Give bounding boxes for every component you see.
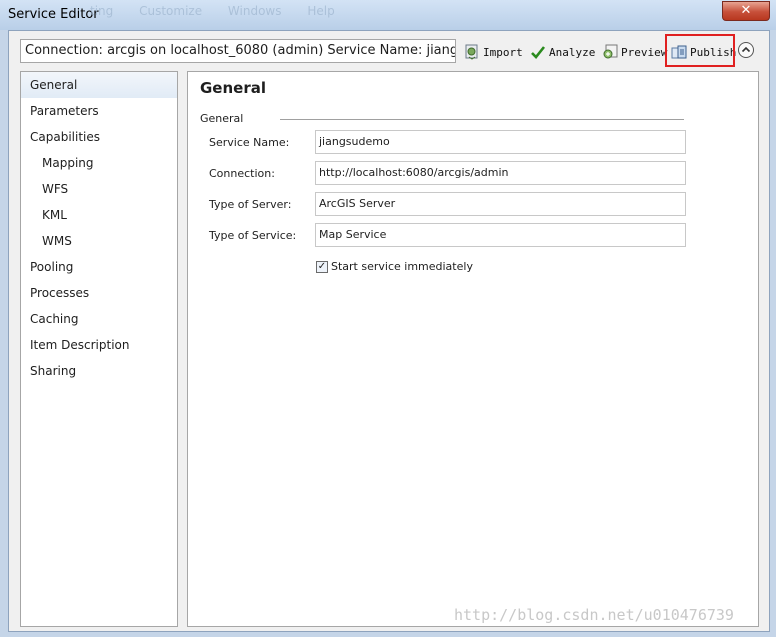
connection-field[interactable]: http://localhost:6080/arcgis/admin bbox=[315, 161, 686, 185]
sidebar-item-sharing[interactable]: Sharing bbox=[21, 358, 177, 384]
service-type-field[interactable]: Map Service bbox=[315, 223, 686, 247]
section-label: General bbox=[200, 112, 244, 125]
sidebar-item-general[interactable]: General bbox=[21, 72, 177, 98]
import-label: Import bbox=[483, 45, 523, 59]
sidebar-item-capabilities[interactable]: Capabilities bbox=[21, 124, 177, 150]
close-button[interactable]: ✕ bbox=[722, 1, 770, 21]
title-bar: Service Editor ting Customize Windows He… bbox=[0, 0, 776, 30]
preview-button[interactable]: Preview bbox=[602, 42, 667, 62]
ghost-menu-item: Help bbox=[307, 4, 335, 18]
page-title: General bbox=[200, 79, 266, 97]
service-name-field[interactable]: jiangsudemo bbox=[315, 130, 686, 154]
analyze-label: Analyze bbox=[549, 45, 596, 59]
sidebar-item-item-description[interactable]: Item Description bbox=[21, 332, 177, 358]
server-type-label: Type of Server: bbox=[209, 198, 292, 211]
chevron-up-icon bbox=[741, 46, 751, 53]
sidebar-item-kml[interactable]: KML bbox=[21, 202, 177, 228]
collapse-toolbar-button[interactable] bbox=[738, 42, 754, 58]
settings-sidebar: General Parameters Capabilities Mapping … bbox=[20, 71, 178, 627]
server-type-field[interactable]: ArcGIS Server bbox=[315, 192, 686, 216]
service-name-label: Service Name: bbox=[209, 136, 290, 149]
connection-info-field[interactable]: Connection: arcgis on localhost_6080 (ad… bbox=[20, 39, 456, 63]
checkmark-icon bbox=[530, 44, 546, 60]
analyze-button[interactable]: Analyze bbox=[530, 42, 595, 62]
sidebar-item-mapping[interactable]: Mapping bbox=[21, 150, 177, 176]
section-divider bbox=[280, 119, 684, 120]
background-menu-ghost: ting Customize Windows Help bbox=[90, 4, 357, 18]
preview-icon bbox=[602, 44, 618, 60]
ghost-menu-item: ting bbox=[90, 4, 114, 18]
start-immediately-checkbox[interactable]: ✓ bbox=[316, 261, 328, 273]
start-immediately-label: Start service immediately bbox=[331, 260, 473, 273]
ghost-menu-item: Customize bbox=[139, 4, 203, 18]
close-icon: ✕ bbox=[740, 3, 752, 18]
service-type-label: Type of Service: bbox=[209, 229, 297, 242]
import-button[interactable]: Import bbox=[464, 42, 523, 62]
sidebar-item-processes[interactable]: Processes bbox=[21, 280, 177, 306]
sidebar-item-parameters[interactable]: Parameters bbox=[21, 98, 177, 124]
sidebar-item-wfs[interactable]: WFS bbox=[21, 176, 177, 202]
sidebar-item-pooling[interactable]: Pooling bbox=[21, 254, 177, 280]
editor-client-area: Connection: arcgis on localhost_6080 (ad… bbox=[8, 30, 770, 632]
sidebar-item-caching[interactable]: Caching bbox=[21, 306, 177, 332]
watermark-text: http://blog.csdn.net/u010476739 bbox=[454, 606, 734, 624]
preview-label: Preview bbox=[621, 45, 668, 59]
import-icon bbox=[464, 44, 480, 60]
connection-label: Connection: bbox=[209, 167, 275, 180]
general-settings-panel: General General Service Name: jiangsudem… bbox=[187, 71, 759, 627]
publish-highlight-box bbox=[665, 34, 735, 67]
ghost-menu-item: Windows bbox=[227, 4, 282, 18]
sidebar-item-wms[interactable]: WMS bbox=[21, 228, 177, 254]
window-title: Service Editor bbox=[8, 7, 99, 22]
